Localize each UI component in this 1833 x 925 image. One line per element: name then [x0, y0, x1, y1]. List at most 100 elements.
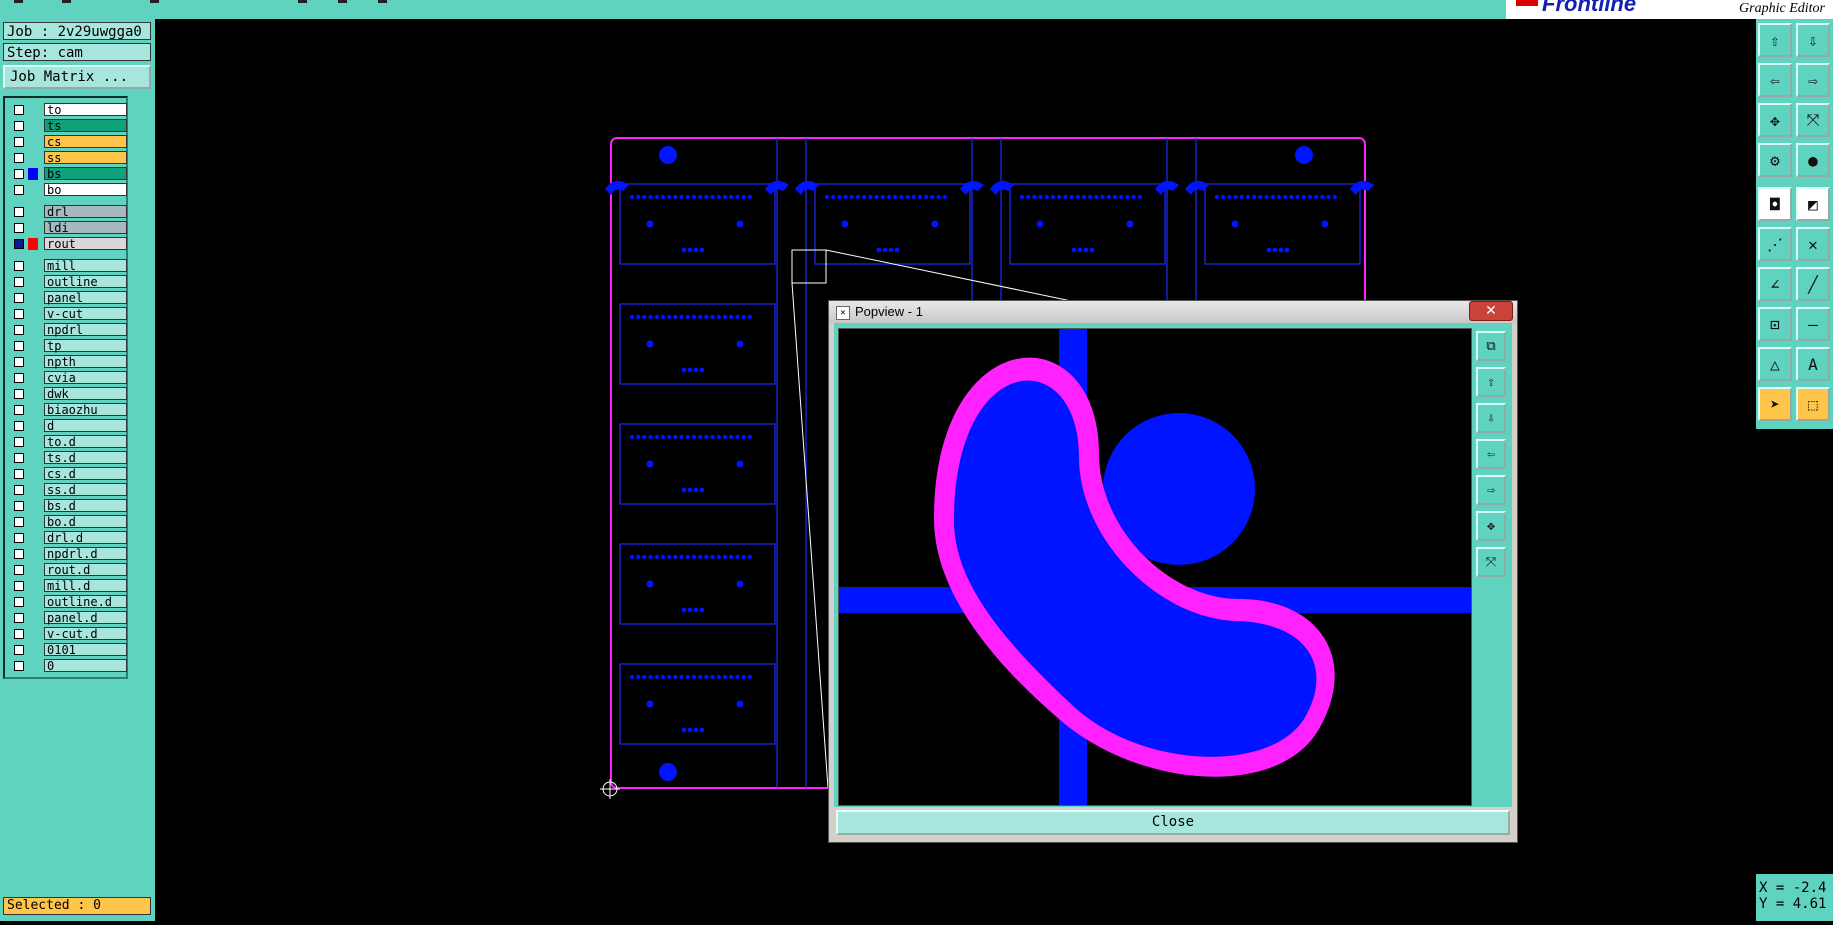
layer-row[interactable]: d — [9, 419, 127, 433]
layer-name[interactable]: drl.d — [44, 531, 127, 545]
layer-row[interactable]: npdrl.d — [9, 547, 127, 561]
zoom-home-icon[interactable]: ⤧ — [1796, 103, 1830, 137]
layer-checkbox[interactable] — [14, 501, 24, 511]
popview-fit-icon[interactable]: ⧉ — [1476, 331, 1506, 361]
layer-name[interactable]: bs — [44, 167, 127, 181]
layer-checkbox[interactable] — [14, 469, 24, 479]
popview-up-icon[interactable]: ⇧ — [1476, 367, 1506, 397]
layer-row[interactable]: panel.d — [9, 611, 127, 625]
layer-row[interactable]: rout — [9, 237, 127, 251]
layer-name[interactable]: ss — [44, 151, 127, 165]
layer-row[interactable]: cs — [9, 135, 127, 149]
popview-titlebar[interactable]: ✕ Popview - 1 ✕ — [829, 301, 1517, 323]
layer-checkbox[interactable] — [14, 485, 24, 495]
layer-checkbox[interactable] — [14, 629, 24, 639]
layer-row[interactable]: tp — [9, 339, 127, 353]
add-line-icon[interactable]: ◩ — [1796, 187, 1830, 221]
layer-row[interactable]: bo.d — [9, 515, 127, 529]
layer-name[interactable]: biaozhu — [44, 403, 127, 417]
layer-checkbox[interactable] — [14, 261, 24, 271]
popview-viewport[interactable] — [838, 328, 1472, 806]
pan-left-icon[interactable]: ⇦ — [1758, 63, 1792, 97]
layer-checkbox[interactable] — [14, 223, 24, 233]
layer-checkbox[interactable] — [14, 581, 24, 591]
layer-row[interactable]: v-cut — [9, 307, 127, 321]
layer-checkbox[interactable] — [14, 437, 24, 447]
select-cursor-icon[interactable]: ➤ — [1758, 387, 1792, 421]
layer-checkbox[interactable] — [14, 185, 24, 195]
delete-icon[interactable]: ✕ — [1796, 227, 1830, 261]
popview-close-button[interactable]: Close — [836, 810, 1510, 835]
layer-row[interactable]: outline — [9, 275, 127, 289]
layer-name[interactable]: panel — [44, 291, 127, 305]
layer-row[interactable]: drl.d — [9, 531, 127, 545]
layer-row[interactable]: cs.d — [9, 467, 127, 481]
layer-name[interactable]: rout — [44, 237, 127, 251]
layer-checkbox[interactable] — [14, 645, 24, 655]
pan-right-icon[interactable]: ⇨ — [1796, 63, 1830, 97]
layer-row[interactable]: outline.d — [9, 595, 127, 609]
layer-checkbox[interactable] — [14, 341, 24, 351]
font-icon[interactable]: A — [1796, 347, 1830, 381]
layer-name[interactable]: tp — [44, 339, 127, 353]
layer-name[interactable]: rout.d — [44, 563, 127, 577]
layer-name[interactable]: bs.d — [44, 499, 127, 513]
line-icon[interactable]: ╱ — [1796, 267, 1830, 301]
layer-checkbox[interactable] — [14, 549, 24, 559]
layer-name[interactable]: 0 — [44, 659, 127, 673]
layer-checkbox[interactable] — [14, 277, 24, 287]
zoom-down-icon[interactable]: ⇩ — [1796, 23, 1830, 57]
layer-checkbox[interactable] — [14, 389, 24, 399]
layer-row[interactable]: bo — [9, 183, 127, 197]
layer-name[interactable]: ss.d — [44, 483, 127, 497]
angle-icon[interactable]: ∠ — [1758, 267, 1792, 301]
zoom-up-icon[interactable]: ⇧ — [1758, 23, 1792, 57]
layer-name[interactable]: v-cut.d — [44, 627, 127, 641]
triangle-icon[interactable]: △ — [1758, 347, 1792, 381]
layer-row[interactable]: v-cut.d — [9, 627, 127, 641]
select-area-icon[interactable]: ⬚ — [1796, 387, 1830, 421]
job-matrix-button[interactable]: Job Matrix ... — [3, 65, 151, 89]
layer-row[interactable]: to.d — [9, 435, 127, 449]
layer-row[interactable]: ss — [9, 151, 127, 165]
layer-name[interactable]: outline.d — [44, 595, 127, 609]
layer-name[interactable]: mill.d — [44, 579, 127, 593]
layer-name[interactable]: npdrl — [44, 323, 127, 337]
layer-checkbox[interactable] — [14, 565, 24, 575]
layer-name[interactable]: bo — [44, 183, 127, 197]
window-close-button[interactable]: ✕ — [1469, 301, 1513, 321]
layer-checkbox[interactable] — [14, 661, 24, 671]
zoom-fit-icon[interactable]: ✥ — [1758, 103, 1792, 137]
layer-name[interactable]: to — [44, 103, 127, 117]
layer-name[interactable]: d — [44, 419, 127, 433]
layer-row[interactable]: 0101 — [9, 643, 127, 657]
layer-checkbox[interactable] — [14, 405, 24, 415]
layer-name[interactable]: cs — [44, 135, 127, 149]
layer-checkbox[interactable] — [14, 137, 24, 147]
layer-checkbox[interactable] — [14, 169, 24, 179]
layer-name[interactable]: drl — [44, 205, 127, 219]
layer-checkbox[interactable] — [14, 517, 24, 527]
layer-checkbox[interactable] — [14, 153, 24, 163]
layer-name[interactable]: cvia — [44, 371, 127, 385]
layer-name[interactable]: panel.d — [44, 611, 127, 625]
layer-row[interactable]: dwk — [9, 387, 127, 401]
snap-icon[interactable]: ⊡ — [1758, 307, 1792, 341]
layer-row[interactable]: bs — [9, 167, 127, 181]
layer-checkbox[interactable] — [14, 207, 24, 217]
layer-name[interactable]: 0101 — [44, 643, 127, 657]
popview-right-icon[interactable]: ⇨ — [1476, 475, 1506, 505]
layer-name[interactable]: ldi — [44, 221, 127, 235]
layer-checkbox[interactable] — [14, 357, 24, 367]
layer-checkbox[interactable] — [14, 293, 24, 303]
layer-name[interactable]: ts — [44, 119, 127, 133]
layer-checkbox[interactable] — [14, 597, 24, 607]
popview-down-icon[interactable]: ⇩ — [1476, 403, 1506, 433]
layer-row[interactable]: ss.d — [9, 483, 127, 497]
layer-name[interactable]: to.d — [44, 435, 127, 449]
layer-name[interactable]: cs.d — [44, 467, 127, 481]
layer-row[interactable]: cvia — [9, 371, 127, 385]
layer-name[interactable]: npdrl.d — [44, 547, 127, 561]
layer-name[interactable]: ts.d — [44, 451, 127, 465]
layer-row[interactable]: to — [9, 103, 127, 117]
